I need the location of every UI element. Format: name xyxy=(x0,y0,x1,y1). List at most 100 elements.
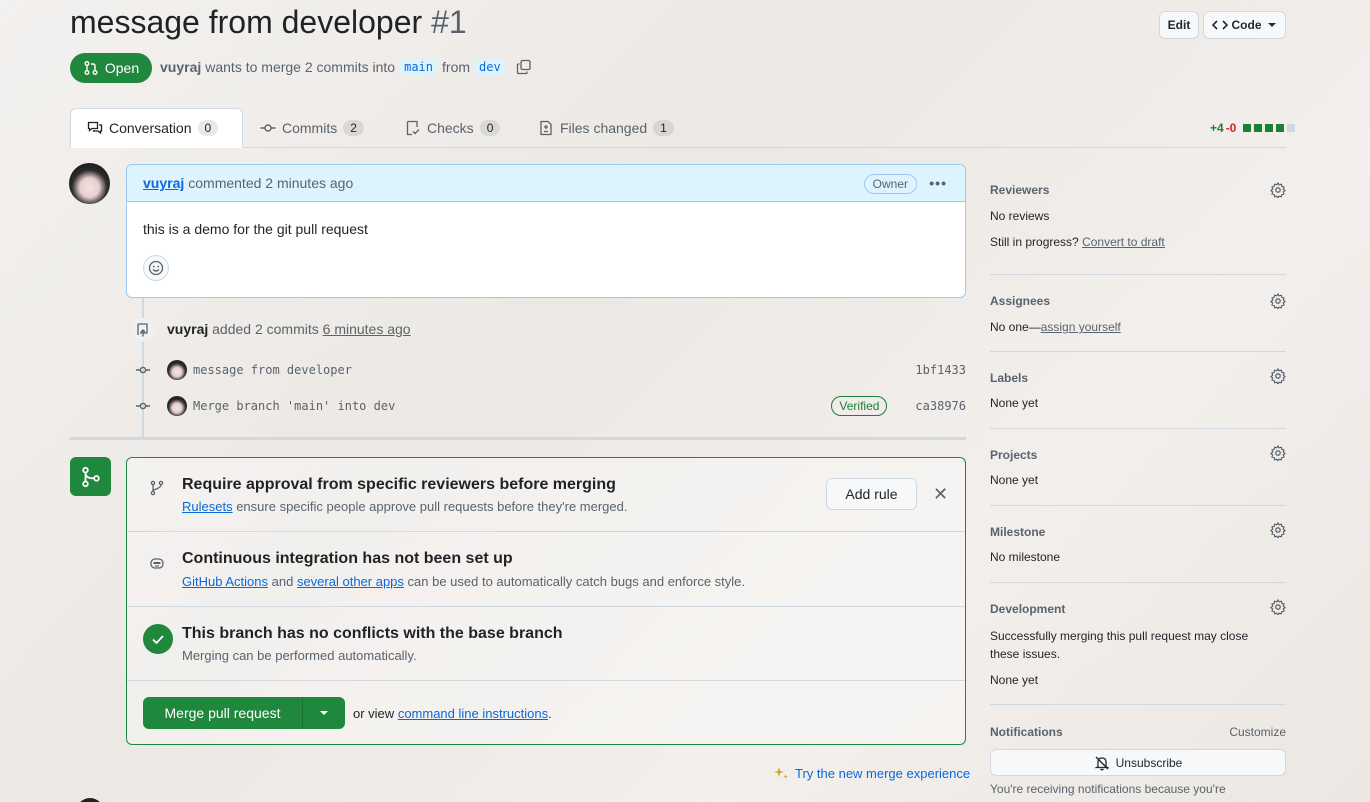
pr-merge-text: wants to merge 2 commits into xyxy=(205,59,396,75)
commit-message-link[interactable]: Merge branch 'main' into dev xyxy=(193,399,831,413)
add-reaction-button[interactable] xyxy=(143,255,169,281)
check-icon xyxy=(143,624,173,654)
owner-badge: Owner xyxy=(863,174,917,194)
merge-pull-request-button[interactable]: Merge pull request xyxy=(143,697,303,729)
push-author[interactable]: vuyraj xyxy=(167,321,208,337)
try-new-merge-link[interactable]: Try the new merge experience xyxy=(773,765,970,781)
timeline-divider xyxy=(70,437,966,440)
tab-checks[interactable]: Checks 0 xyxy=(389,108,516,148)
commit-message-link[interactable]: message from developer xyxy=(193,363,915,377)
tab-label: Commits xyxy=(282,120,338,136)
gear-icon[interactable] xyxy=(1270,368,1286,384)
commit-row: Merge branch 'main' into dev Verified ca… xyxy=(135,394,966,418)
commit-icon xyxy=(260,124,276,132)
notification-reason: You're receiving notifications because y… xyxy=(990,782,1226,796)
progress-text: Still in progress? xyxy=(990,235,1079,249)
customize-link[interactable]: Customize xyxy=(1229,725,1286,739)
cli-instructions-line: or view command line instructions. xyxy=(353,706,552,721)
avatar[interactable] xyxy=(167,396,187,416)
file-diff-icon xyxy=(540,120,552,136)
ci-section: Continuous integration has not been set … xyxy=(127,532,965,607)
git-branch-icon xyxy=(143,474,171,502)
milestone-heading[interactable]: Milestone xyxy=(990,525,1045,539)
reviewers-heading[interactable]: Reviewers xyxy=(990,183,1049,197)
rules-subtitle: Rulesets ensure specific people approve … xyxy=(182,499,627,514)
gear-icon[interactable] xyxy=(1270,445,1286,461)
assign-yourself-link[interactable]: assign yourself xyxy=(1041,320,1121,334)
diffstat-deletions: -0 xyxy=(1225,121,1237,135)
git-merge-icon xyxy=(70,457,111,496)
tab-commits[interactable]: Commits 2 xyxy=(244,108,380,148)
gear-icon[interactable] xyxy=(1270,599,1286,615)
assignees-heading[interactable]: Assignees xyxy=(990,294,1050,308)
checklist-icon xyxy=(406,120,420,136)
base-branch[interactable]: main xyxy=(399,59,439,75)
push-timestamp-link[interactable]: 6 minutes ago xyxy=(323,321,411,337)
avatar[interactable] xyxy=(69,163,110,204)
command-line-instructions-link[interactable]: command line instructions xyxy=(398,706,548,721)
hubot-icon xyxy=(143,549,171,577)
code-icon xyxy=(1211,20,1228,30)
avatar[interactable] xyxy=(76,798,104,802)
copy-icon[interactable] xyxy=(516,59,532,75)
diffstat-square-neutral xyxy=(1287,124,1296,132)
labels-value: None yet xyxy=(990,396,1039,410)
edit-button-label: Edit xyxy=(1167,18,1191,32)
merge-method-dropdown[interactable] xyxy=(303,697,345,729)
commit-sha-link[interactable]: ca38976 xyxy=(915,399,966,413)
sidebar-assignees: Assignees No one—assign yourself xyxy=(990,291,1286,352)
ci-and-text: and xyxy=(271,574,294,589)
or-view-text: or view xyxy=(353,706,395,721)
pr-from-text: from xyxy=(442,59,471,75)
ci-title: Continuous integration has not been set … xyxy=(182,550,513,567)
bell-slash-icon xyxy=(1093,756,1110,770)
tab-files-changed[interactable]: Files changed 1 xyxy=(522,108,690,148)
comment-discussion-icon xyxy=(87,121,103,135)
ci-sub-text: can be used to automatically catch bugs … xyxy=(407,574,746,589)
notifications-heading: Notifications xyxy=(990,725,1063,739)
pr-title: message from developer xyxy=(70,4,423,40)
rules-sub-text: ensure specific people approve pull requ… xyxy=(236,499,628,514)
comment-author-link[interactable]: vuyraj xyxy=(143,175,184,191)
labels-heading[interactable]: Labels xyxy=(990,371,1028,385)
commit-sha-link[interactable]: 1bf1433 xyxy=(915,363,966,377)
milestone-value: No milestone xyxy=(990,550,1061,564)
other-apps-link[interactable]: several other apps xyxy=(297,574,404,589)
tab-label: Checks xyxy=(427,120,474,136)
verified-badge[interactable]: Verified xyxy=(831,396,888,416)
conflicts-title: This branch has no conflicts with the ba… xyxy=(182,625,563,642)
projects-heading[interactable]: Projects xyxy=(990,448,1037,462)
code-button[interactable]: Code xyxy=(1203,11,1286,39)
comment-body: this is a demo for the git pull request xyxy=(143,221,368,237)
gear-icon[interactable] xyxy=(1270,182,1286,198)
try-new-label: Try the new merge experience xyxy=(795,765,971,781)
comment-card: vuyraj commented 2 minutes ago Owner •••… xyxy=(126,164,966,298)
github-actions-link[interactable]: GitHub Actions xyxy=(182,574,268,589)
reviewers-value: No reviews xyxy=(990,209,1050,223)
period-text: . xyxy=(548,706,552,721)
development-heading[interactable]: Development xyxy=(990,602,1065,616)
smiley-icon xyxy=(148,260,164,276)
kebab-menu-icon[interactable]: ••• xyxy=(929,175,947,191)
sidebar-reviewers: Reviewers No reviews Still in progress? … xyxy=(990,180,1286,275)
add-rule-button[interactable]: Add rule xyxy=(826,478,917,510)
gear-icon[interactable] xyxy=(1270,293,1286,309)
rulesets-link[interactable]: Rulesets xyxy=(182,499,233,514)
tab-label: Files changed xyxy=(560,120,648,136)
close-icon[interactable]: ✕ xyxy=(933,485,948,503)
code-button-label: Code xyxy=(1231,18,1262,32)
tab-counter: 0 xyxy=(479,120,501,136)
tab-counter: 2 xyxy=(343,120,364,136)
head-branch[interactable]: dev xyxy=(474,59,506,75)
push-event: vuyraj added 2 commits 6 minutes ago xyxy=(167,321,411,337)
pr-author-link[interactable]: vuyraj xyxy=(160,59,201,75)
commit-row: message from developer 1bf1433 xyxy=(135,358,966,382)
sidebar-notifications: Notifications Customize xyxy=(990,722,1286,742)
tab-conversation[interactable]: Conversation 0 xyxy=(70,108,243,148)
gear-icon[interactable] xyxy=(1270,522,1286,538)
convert-to-draft-link[interactable]: Convert to draft xyxy=(1082,235,1165,249)
avatar[interactable] xyxy=(167,360,187,380)
commit-icon xyxy=(135,362,151,378)
edit-button[interactable]: Edit xyxy=(1159,11,1199,39)
unsubscribe-button[interactable]: Unsubscribe xyxy=(990,749,1286,776)
